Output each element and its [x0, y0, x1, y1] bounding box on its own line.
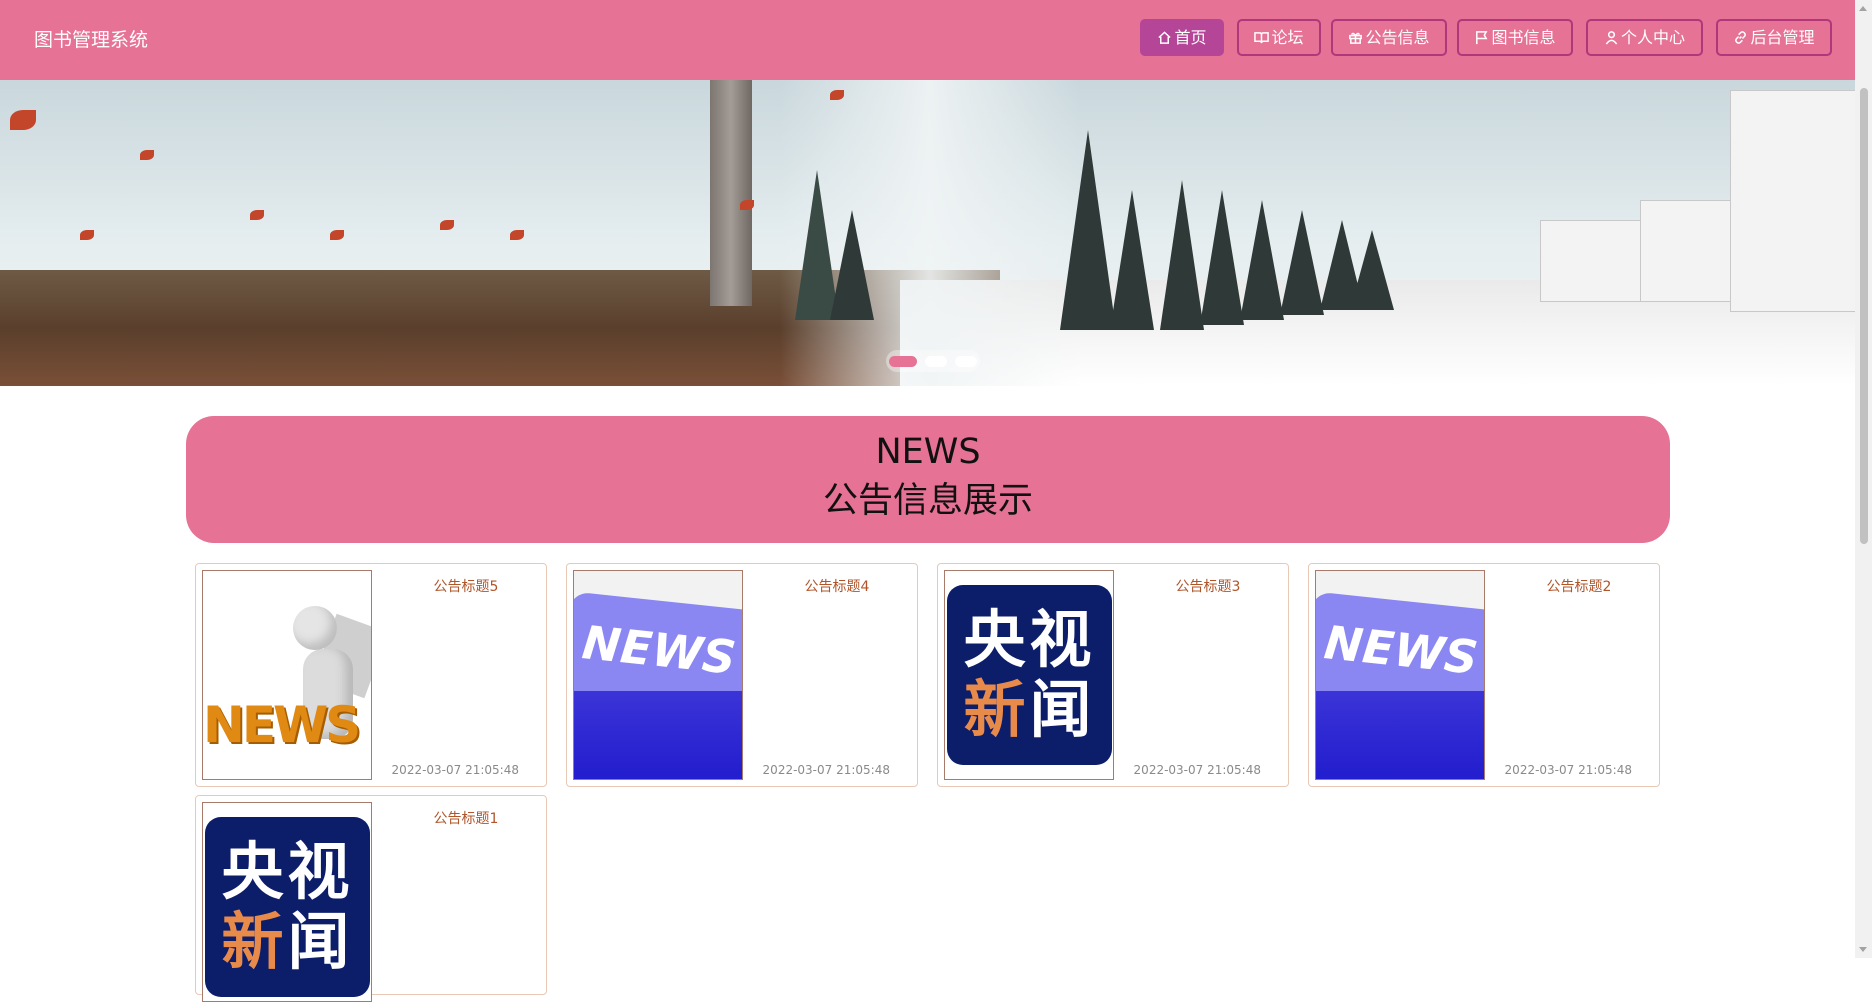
news-card-title[interactable]: 公告标题5	[396, 577, 536, 597]
news-card-date: 2022-03-07 21:05:48	[762, 763, 890, 777]
link-icon	[1735, 31, 1747, 44]
banner-leaf	[440, 220, 454, 230]
banner-pine	[1110, 190, 1154, 330]
thumb-news-word: NEWS	[203, 696, 361, 754]
banner-leaf	[330, 230, 344, 240]
gift-icon	[1349, 32, 1363, 44]
flag-icon	[1476, 31, 1488, 45]
nav-home-label: 首页	[1174, 28, 1207, 47]
banner-tree-trunk	[710, 80, 752, 306]
banner-carousel[interactable]	[0, 80, 1855, 386]
scrollbar-thumb[interactable]	[1860, 88, 1868, 544]
nav-admin[interactable]: 后台管理	[1716, 19, 1832, 56]
news-card[interactable]: 央视 新闻 公告标题1	[195, 795, 547, 1002]
scroll-down-arrow-icon[interactable]	[1859, 947, 1867, 952]
news-card-date: 2022-03-07 21:05:48	[391, 763, 519, 777]
nav-profile-label: 个人中心	[1620, 28, 1685, 47]
banner-pine	[1240, 200, 1284, 320]
news-card[interactable]: NEWS 公告标题5 2022-03-07 21:05:48	[195, 563, 547, 787]
news-card[interactable]: 央视 新闻 公告标题3 2022-03-07 21:05:48	[937, 563, 1289, 787]
nav-notices-label: 公告信息	[1365, 28, 1430, 47]
banner-leaf	[250, 210, 264, 220]
thumb-cctv-logo: 央视 新闻	[947, 585, 1112, 765]
thumb-figure-head	[293, 606, 337, 650]
news-card[interactable]: NEWS 公告标题4 2022-03-07 21:05:48	[566, 563, 918, 787]
news-thumbnail: NEWS	[573, 570, 743, 780]
thumb-base	[1316, 691, 1484, 779]
news-card-date: 2022-03-07 21:05:48	[1504, 763, 1632, 777]
news-thumbnail: 央视 新闻	[202, 802, 372, 1002]
banner-leaf	[10, 110, 36, 130]
thumb-cctv-logo: 央视 新闻	[205, 817, 370, 997]
banner-leaf	[80, 230, 94, 240]
nav-notices[interactable]: 公告信息	[1331, 19, 1447, 56]
carousel-dot-1[interactable]	[889, 355, 917, 367]
nav-books-label: 图书信息	[1491, 28, 1556, 47]
banner-pine	[1160, 180, 1204, 330]
banner-house	[1640, 200, 1732, 302]
banner-leaf	[740, 200, 754, 210]
banner-pine	[830, 210, 874, 320]
nav-home[interactable]: 首页	[1140, 19, 1224, 56]
news-card-title[interactable]: 公告标题1	[396, 809, 536, 829]
thumb-base	[574, 691, 742, 779]
banner-leaf	[140, 150, 154, 160]
news-heading-zh: 公告信息展示	[822, 481, 1033, 521]
banner-pine	[1350, 230, 1394, 310]
carousel-dot-3[interactable]	[955, 355, 977, 367]
nav-profile[interactable]: 个人中心	[1586, 19, 1703, 56]
news-card-date: 2022-03-07 21:05:48	[1133, 763, 1261, 777]
news-card[interactable]: NEWS 公告标题2 2022-03-07 21:05:48	[1308, 563, 1660, 787]
nav-books[interactable]: 图书信息	[1457, 19, 1573, 56]
news-thumbnail: NEWS	[1315, 570, 1485, 780]
home-icon	[1158, 31, 1172, 44]
banner-pine	[1060, 130, 1116, 330]
top-navbar: 图书管理系统 首页 论坛 公告信息 图书信息 个人中心 后台管理	[0, 0, 1855, 80]
banner-house	[1730, 90, 1855, 312]
news-section-heading: NEWS 公告信息展示	[186, 416, 1670, 543]
news-thumbnail: NEWS	[202, 570, 372, 780]
news-heading-en: NEWS	[875, 432, 981, 472]
news-thumbnail: 央视 新闻	[944, 570, 1114, 780]
scroll-up-arrow-icon[interactable]	[1859, 6, 1867, 11]
banner-pine	[1280, 210, 1324, 315]
banner-pine	[1200, 190, 1244, 325]
nav-forum-label: 论坛	[1271, 28, 1304, 47]
banner-house	[1540, 220, 1652, 302]
user-icon	[1605, 31, 1618, 45]
main-nav: 首页 论坛 公告信息 图书信息 个人中心 后台管理	[0, 19, 1855, 60]
nav-forum[interactable]: 论坛	[1237, 19, 1321, 56]
news-card-title[interactable]: 公告标题3	[1138, 577, 1278, 597]
banner-leaf	[510, 230, 524, 240]
nav-admin-label: 后台管理	[1750, 28, 1815, 47]
page-scrollbar[interactable]	[1855, 0, 1872, 958]
news-card-title[interactable]: 公告标题4	[767, 577, 907, 597]
carousel-dot-2[interactable]	[925, 355, 947, 367]
book-open-icon	[1254, 32, 1270, 44]
banner-leaf	[830, 90, 844, 100]
carousel-indicators	[886, 350, 980, 372]
news-card-title[interactable]: 公告标题2	[1509, 577, 1649, 597]
